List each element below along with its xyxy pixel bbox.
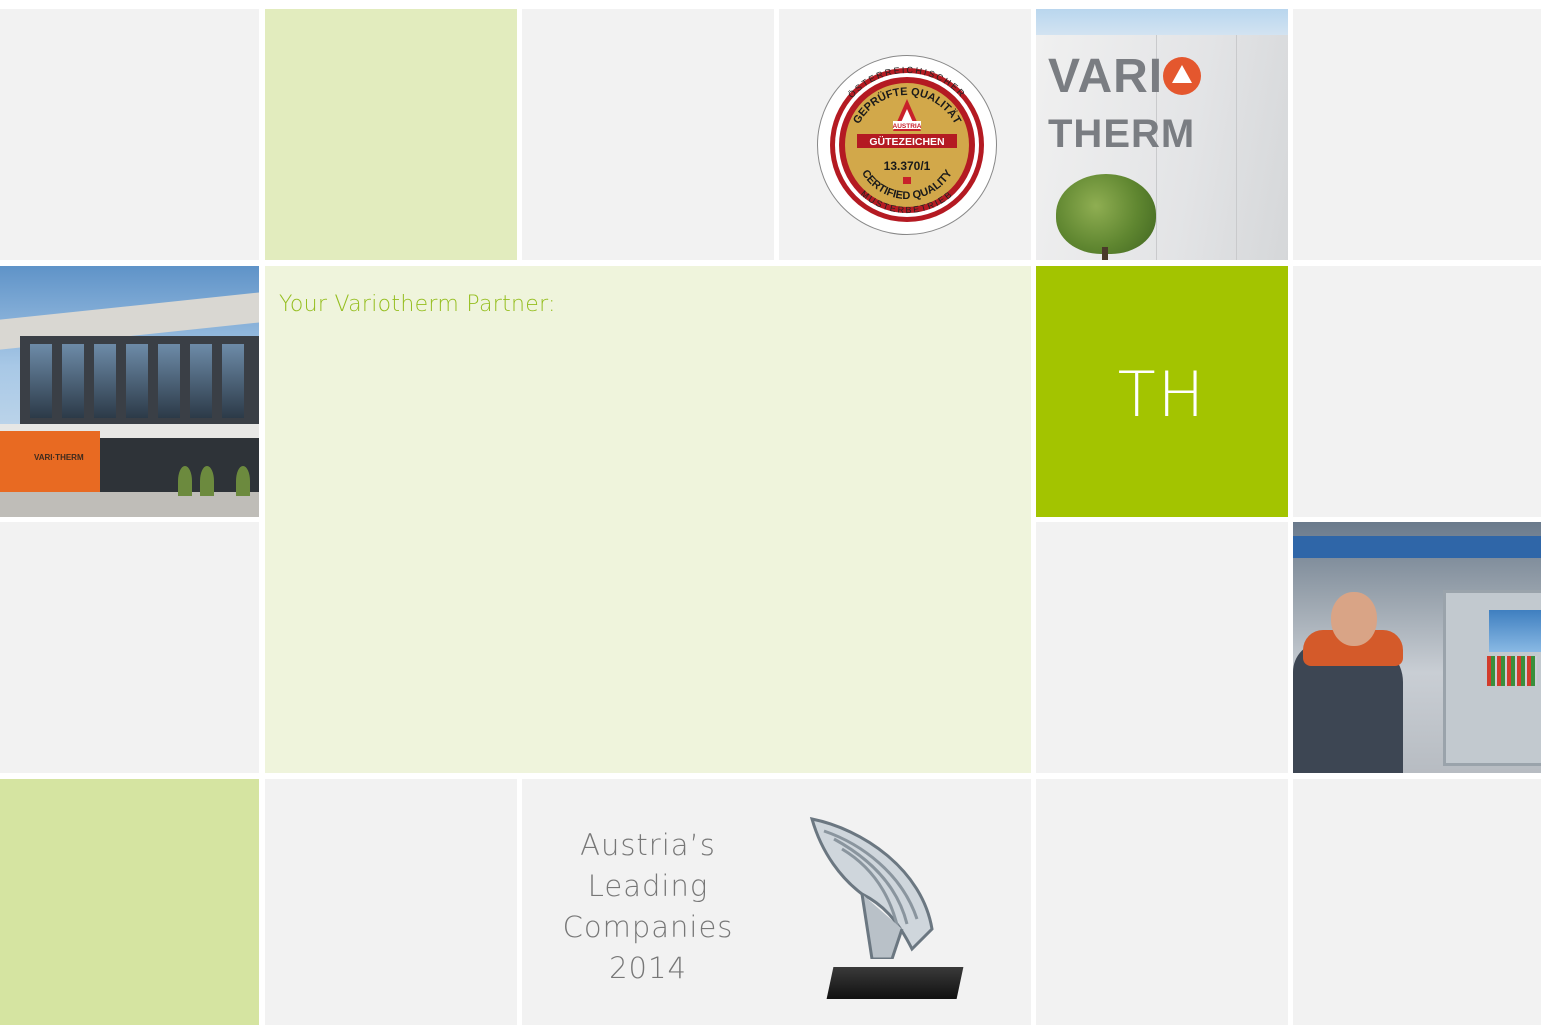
- grid-tile: [1293, 266, 1541, 517]
- grid-tile: [0, 522, 259, 773]
- trophy-icon: [784, 809, 984, 1009]
- award-line: Austria’s: [580, 828, 716, 862]
- entrance-sign-text: VARI·THERM: [34, 453, 84, 462]
- award-tile: Austria’s Leading Companies 2014: [522, 779, 1031, 1025]
- seal-number: 13.370/1: [884, 159, 931, 173]
- grid-tile: [1293, 9, 1541, 260]
- building-sign-text: VARI THERM: [1048, 49, 1288, 159]
- partner-panel: Your Variotherm Partner:: [265, 266, 1031, 773]
- quality-seal: ÖSTERREICHISCHER MUSTERBETRIEB GEPRÜFTE …: [817, 55, 997, 235]
- grid-tile: [1293, 779, 1541, 1025]
- partner-label: Your Variotherm Partner:: [279, 292, 556, 317]
- quality-seal-tile: ÖSTERREICHISCHER MUSTERBETRIEB GEPRÜFTE …: [779, 9, 1031, 260]
- award-line: Companies: [562, 910, 734, 944]
- partner-initials-tile: TH: [1036, 266, 1288, 517]
- grid-tile: [1036, 779, 1288, 1025]
- grid-tile: [0, 9, 259, 260]
- tree-icon: [1056, 174, 1156, 254]
- sign-text-left: VARI: [1048, 50, 1164, 103]
- grid-tile: [265, 9, 517, 260]
- variotherm-logo-icon: [1163, 57, 1202, 95]
- award-line: Leading: [587, 869, 709, 903]
- building-entrance-photo: VARI·THERM: [0, 266, 259, 517]
- building-sign-photo: VARI THERM: [1036, 9, 1288, 260]
- sign-text-right: THERM: [1048, 112, 1196, 156]
- seal-austria: AUSTRIA: [893, 123, 922, 130]
- grid-tile: [1036, 522, 1288, 773]
- seal-band-text: GÜTEZEICHEN: [869, 135, 944, 148]
- grid-tile: [522, 9, 774, 260]
- award-line: 2014: [609, 951, 687, 985]
- grid-tile: [0, 779, 259, 1025]
- award-text: Austria’s Leading Companies 2014: [558, 825, 738, 989]
- partner-initials: TH: [1117, 358, 1207, 431]
- grid-tile: [265, 779, 517, 1025]
- worker-photo: [1293, 522, 1541, 773]
